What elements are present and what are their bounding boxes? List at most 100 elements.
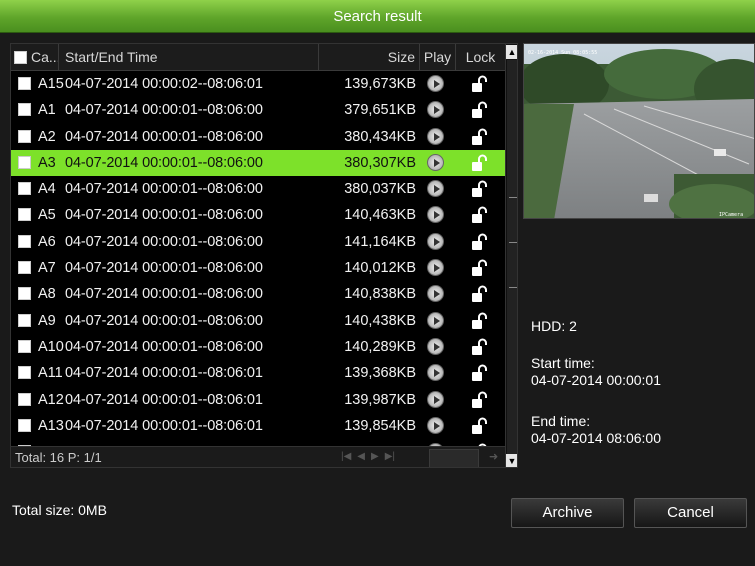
play-icon[interactable] [427,259,444,280]
column-play: Play [420,44,456,71]
play-icon[interactable] [427,311,444,333]
first-page-icon[interactable]: |◀ [341,451,351,462]
checkbox-icon[interactable] [18,313,31,327]
play-icon[interactable] [427,180,444,201]
play-icon[interactable] [427,127,444,149]
table-row[interactable]: A6 04-07-2014 00:00:01--08:06:00 141,164KB [11,229,505,255]
unlock-icon[interactable] [470,101,488,123]
go-page-icon[interactable]: ➜ [489,450,498,463]
checkbox-icon[interactable] [18,103,31,117]
table-body: A15 04-07-2014 00:00:02--08:06:01 139,673K… [11,71,505,465]
table-row[interactable]: A5 04-07-2014 00:00:01--08:06:00 140,463KB [11,202,505,228]
table-row[interactable]: A3 04-07-2014 00:00:01--08:06:00 380,307KB [11,149,505,177]
page-total: Total: 16 P: 1/1 [15,450,102,465]
select-all-checkbox[interactable] [14,51,27,64]
checkbox-icon[interactable] [18,418,31,432]
row-camera: A6 [38,233,56,250]
unlock-icon[interactable] [470,364,488,386]
play-icon[interactable] [427,337,444,359]
unlock-icon[interactable] [470,75,488,97]
play-icon[interactable] [427,75,444,96]
end-time-value: 04-07-2014 08:06:00 [531,430,661,446]
table-row[interactable]: A2 04-07-2014 00:00:01--08:06:00 380,434KB [11,124,505,150]
play-icon[interactable] [427,390,444,412]
svg-text:02-16-2014 Sun 08:05:55: 02-16-2014 Sun 08:05:55 [528,50,597,56]
column-size[interactable]: Size [319,44,420,71]
table-row[interactable]: A4 04-07-2014 00:00:01--08:06:00 380,037KB [11,176,505,202]
row-camera: A3 [38,154,56,171]
table-row[interactable]: A12 04-07-2014 00:00:01--08:06:01 139,987K… [11,387,505,413]
unlock-icon[interactable] [470,417,488,439]
next-page-icon[interactable]: ▶ [371,451,379,462]
row-size: 380,037KB [344,181,416,198]
unlock-icon[interactable] [470,391,488,413]
unlock-icon[interactable] [470,259,488,281]
row-time: 04-07-2014 00:00:01--08:06:00 [65,154,263,171]
page-input[interactable] [429,449,479,467]
play-icon[interactable] [427,206,444,227]
checkbox-icon[interactable] [18,129,31,143]
checkbox-icon[interactable] [18,77,31,90]
row-size: 380,307KB [344,154,416,171]
table-row[interactable]: A11 04-07-2014 00:00:01--08:06:01 139,368K… [11,360,505,386]
unlock-icon[interactable] [470,233,488,255]
checkbox-icon[interactable] [18,366,31,380]
unlock-icon[interactable] [470,154,488,176]
scroll-up-button[interactable]: ▲ [506,45,517,59]
row-time: 04-07-2014 00:00:01--08:06:00 [65,102,263,119]
checkbox-icon[interactable] [18,339,31,353]
checkbox-icon[interactable] [18,155,31,169]
last-page-icon[interactable]: ▶| [385,451,395,462]
row-camera: A5 [38,207,56,224]
table-row[interactable]: A8 04-07-2014 00:00:01--08:06:00 140,838KB [11,281,505,307]
column-time[interactable]: Start/End Time [59,44,319,71]
row-camera: A4 [38,181,56,198]
row-camera: A10 [38,338,64,355]
checkbox-icon[interactable] [18,234,31,248]
unlock-icon[interactable] [470,312,488,334]
checkbox-icon[interactable] [18,208,31,222]
row-time: 04-07-2014 00:00:01--08:06:00 [65,181,263,198]
scrollbar-thumb[interactable] [507,60,517,454]
table-footer: Total: 16 P: 1/1 |◀ ◀ ▶ ▶| ➜ [11,446,505,467]
unlock-icon[interactable] [470,206,488,228]
play-icon[interactable] [427,364,444,385]
table-header: Ca... Start/End Time Size Play Lock [11,44,505,71]
row-camera: A11 [38,365,63,382]
checkbox-icon[interactable] [18,392,31,406]
table-scrollbar[interactable]: ▲ ▼ [505,44,517,467]
play-icon[interactable] [427,232,444,254]
row-size: 140,012KB [344,260,416,277]
unlock-icon[interactable] [470,338,488,360]
table-row[interactable]: A7 04-07-2014 00:00:01--08:06:00 140,012KB [11,255,505,281]
play-icon[interactable] [427,101,444,122]
play-icon[interactable] [427,416,444,438]
table-row[interactable]: A10 04-07-2014 00:00:01--08:06:00 140,289K… [11,334,505,360]
cancel-button[interactable]: Cancel [634,498,747,528]
unlock-icon[interactable] [470,180,488,202]
parking-lot-image: 02-16-2014 Sun 08:05:55 IPCamera [524,44,754,218]
scroll-down-button[interactable]: ▼ [506,454,517,467]
start-time-value: 04-07-2014 00:00:01 [531,372,661,388]
play-icon[interactable] [427,285,444,306]
unlock-icon[interactable] [470,128,488,150]
row-size: 380,434KB [344,128,416,145]
checkbox-icon[interactable] [18,287,31,301]
checkbox-icon[interactable] [18,182,31,196]
start-time-label: Start time: [531,355,595,371]
row-size: 139,368KB [344,365,416,382]
prev-page-icon[interactable]: ◀ [357,451,365,462]
column-camera[interactable]: Ca... [11,44,59,71]
archive-button[interactable]: Archive [511,498,624,528]
play-icon[interactable] [427,153,444,175]
checkbox-icon[interactable] [18,261,31,275]
table-row[interactable]: A13 04-07-2014 00:00:01--08:06:01 139,854K… [11,413,505,439]
video-preview[interactable]: 02-16-2014 Sun 08:05:55 IPCamera [523,43,755,219]
row-time: 04-07-2014 00:00:01--08:06:00 [65,338,263,355]
table-row[interactable]: A15 04-07-2014 00:00:02--08:06:01 139,673K… [11,71,505,97]
table-row[interactable]: A1 04-07-2014 00:00:01--08:06:00 379,651KB [11,97,505,123]
unlock-icon[interactable] [470,285,488,307]
table-row[interactable]: A9 04-07-2014 00:00:01--08:06:00 140,438KB [11,308,505,334]
window-title: Search result [0,0,755,33]
row-camera: A1 [38,102,56,119]
